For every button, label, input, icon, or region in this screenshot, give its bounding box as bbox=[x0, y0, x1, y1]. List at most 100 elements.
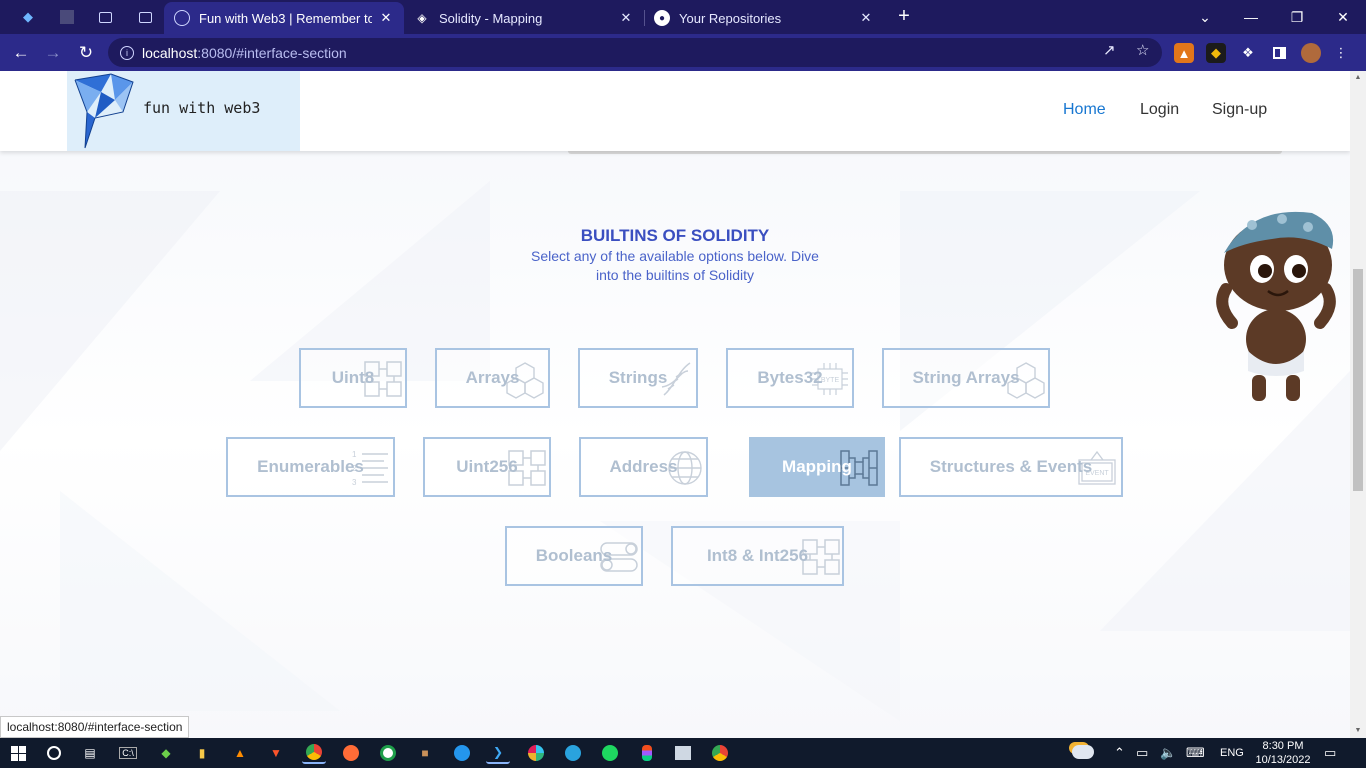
close-window-button[interactable]: ✕ bbox=[1320, 0, 1366, 34]
browser-tab-bar: ◆ Fun with Web3 | Remember to fu ✕ ◈ Sol… bbox=[0, 0, 1366, 34]
tile-int8-int256[interactable]: Int8 & Int256 bbox=[671, 526, 844, 586]
tile-booleans[interactable]: Booleans bbox=[505, 526, 643, 586]
logo-mark-icon bbox=[74, 73, 134, 149]
tab-your-repositories[interactable]: ● Your Repositories ✕ bbox=[644, 2, 884, 34]
page-scrollbar[interactable]: ▲ ▼ bbox=[1350, 71, 1366, 738]
docker-whale-icon bbox=[454, 745, 470, 761]
restore-button[interactable]: ❐ bbox=[1274, 0, 1320, 34]
system-clock[interactable]: 8:30 PM 10/13/2022 bbox=[1250, 739, 1316, 767]
tab-fun-with-web3[interactable]: Fun with Web3 | Remember to fu ✕ bbox=[164, 2, 404, 34]
tile-strings[interactable]: Strings bbox=[578, 348, 698, 408]
language-indicator[interactable]: ENG bbox=[1220, 747, 1244, 759]
pinned-tab-code-b[interactable] bbox=[129, 4, 161, 30]
app-green-circle[interactable] bbox=[376, 742, 400, 764]
minimize-icon: — bbox=[1244, 9, 1258, 25]
tile-structures-events[interactable]: Structures & Events EVENT bbox=[899, 437, 1123, 497]
new-tab-button[interactable]: + bbox=[892, 4, 916, 28]
close-tab-icon[interactable]: ✕ bbox=[378, 10, 394, 26]
brave-app[interactable]: ▼ bbox=[264, 742, 288, 764]
tile-bytes32[interactable]: Bytes32 BYTE bbox=[726, 348, 854, 408]
bg-triangle bbox=[60, 491, 340, 711]
calculator-app[interactable] bbox=[671, 742, 695, 764]
figma-app[interactable] bbox=[635, 742, 659, 764]
close-tab-icon[interactable]: ✕ bbox=[858, 10, 874, 26]
tab-search-button[interactable]: ⌄ bbox=[1182, 0, 1228, 34]
slack-app[interactable] bbox=[524, 742, 548, 764]
telegram-app[interactable] bbox=[561, 742, 585, 764]
minimize-button[interactable]: — bbox=[1228, 0, 1274, 34]
tile-enumerables[interactable]: Enumerables 1 2 3 bbox=[226, 437, 395, 497]
binance-wallet-icon[interactable]: ◆ bbox=[1206, 43, 1226, 63]
notifications-icon[interactable]: ▭ bbox=[1324, 745, 1336, 761]
app-circle-icon bbox=[380, 745, 396, 761]
postman-app[interactable] bbox=[339, 742, 363, 764]
more-menu-icon[interactable]: ⋮ bbox=[1331, 43, 1351, 63]
tile-uint8[interactable]: Uint8 bbox=[299, 348, 407, 408]
share-icon[interactable]: ↗ bbox=[1103, 41, 1116, 59]
file-explorer-app[interactable]: ▮ bbox=[190, 742, 214, 764]
divider bbox=[568, 151, 1282, 154]
bg-triangle bbox=[0, 191, 220, 451]
tile-uint256[interactable]: Uint256 bbox=[423, 437, 551, 497]
volume-icon[interactable]: 🔈 bbox=[1160, 745, 1176, 761]
subtitle-line: into the builtins of Solidity bbox=[596, 267, 754, 283]
reload-icon: ↻ bbox=[78, 43, 94, 62]
pinned-tab-gem[interactable]: ◆ bbox=[12, 4, 44, 30]
address-bar[interactable]: i localhost:8080/#interface-section bbox=[108, 38, 1162, 67]
tile-label: Structures & Events bbox=[929, 457, 1093, 476]
postman-icon bbox=[343, 745, 359, 761]
tile-label: Address bbox=[609, 457, 678, 476]
pinned-tab-code-a[interactable] bbox=[89, 4, 121, 30]
tile-arrays[interactable]: Arrays bbox=[435, 348, 550, 408]
chrome-app[interactable] bbox=[302, 742, 326, 764]
scroll-up-icon[interactable]: ▲ bbox=[1350, 71, 1366, 85]
search-button[interactable] bbox=[42, 742, 66, 764]
site-logo[interactable]: fun with web3 bbox=[67, 71, 300, 151]
tile-string-arrays[interactable]: String Arrays bbox=[882, 348, 1050, 408]
docker-app[interactable] bbox=[450, 742, 474, 764]
nav-home-link[interactable]: Home bbox=[1063, 101, 1106, 119]
tile-label: Uint256 bbox=[456, 457, 518, 476]
spotify-app[interactable] bbox=[598, 742, 622, 764]
nav-signup-link[interactable]: Sign-up bbox=[1212, 101, 1267, 119]
box-app[interactable]: ■ bbox=[413, 742, 437, 764]
battery-icon[interactable]: ▭ bbox=[1136, 745, 1148, 761]
tile-label: String Arrays bbox=[912, 368, 1020, 387]
tab-solidity-mapping[interactable]: ◈ Solidity - Mapping ✕ bbox=[404, 2, 644, 34]
tile-mapping[interactable]: Mapping bbox=[749, 437, 885, 497]
vscode-app[interactable]: ❯ bbox=[486, 742, 510, 764]
brave-lion-icon: ▼ bbox=[270, 746, 282, 760]
pinned-tab-page[interactable] bbox=[51, 4, 83, 30]
back-button[interactable]: ← bbox=[8, 40, 34, 66]
tile-label: Booleans bbox=[535, 546, 613, 565]
side-panel-icon[interactable] bbox=[1269, 43, 1289, 63]
tile-label: Bytes32 bbox=[757, 368, 823, 387]
forward-button[interactable]: → bbox=[40, 40, 66, 66]
link-status-bubble: localhost:8080/#interface-section bbox=[0, 716, 190, 738]
start-button[interactable] bbox=[6, 742, 30, 764]
scrollbar-thumb[interactable] bbox=[1353, 269, 1363, 491]
weather-cloud-icon[interactable] bbox=[1072, 745, 1094, 762]
metamask-icon[interactable]: ▲ bbox=[1174, 43, 1194, 63]
tile-label: Mapping bbox=[782, 457, 852, 476]
restore-icon: ❐ bbox=[1290, 8, 1304, 25]
close-tab-icon[interactable]: ✕ bbox=[618, 10, 634, 26]
vlc-app[interactable]: ▲ bbox=[228, 742, 252, 764]
task-view-button[interactable]: ▤ bbox=[78, 742, 102, 764]
reload-button[interactable]: ↻ bbox=[73, 40, 99, 66]
profile-avatar[interactable] bbox=[1301, 43, 1321, 63]
git-app[interactable]: ◆ bbox=[154, 742, 178, 764]
vscode-icon: ❯ bbox=[492, 745, 504, 759]
cmd-app[interactable]: C:\ bbox=[116, 742, 140, 764]
baby-mascot-image bbox=[1216, 211, 1336, 401]
tab-title: Fun with Web3 | Remember to fu bbox=[199, 10, 372, 26]
info-icon[interactable]: i bbox=[120, 45, 134, 60]
extensions-puzzle-icon[interactable]: ❖ bbox=[1238, 43, 1258, 63]
tile-address[interactable]: Address bbox=[579, 437, 708, 497]
nav-login-link[interactable]: Login bbox=[1140, 101, 1179, 119]
star-icon[interactable]: ☆ bbox=[1136, 41, 1149, 59]
scroll-down-icon[interactable]: ▼ bbox=[1350, 724, 1366, 738]
chrome-app-2[interactable] bbox=[708, 742, 732, 764]
chevron-up-icon[interactable]: ⌃ bbox=[1114, 745, 1125, 761]
keyboard-icon[interactable]: ⌨ bbox=[1186, 745, 1205, 761]
